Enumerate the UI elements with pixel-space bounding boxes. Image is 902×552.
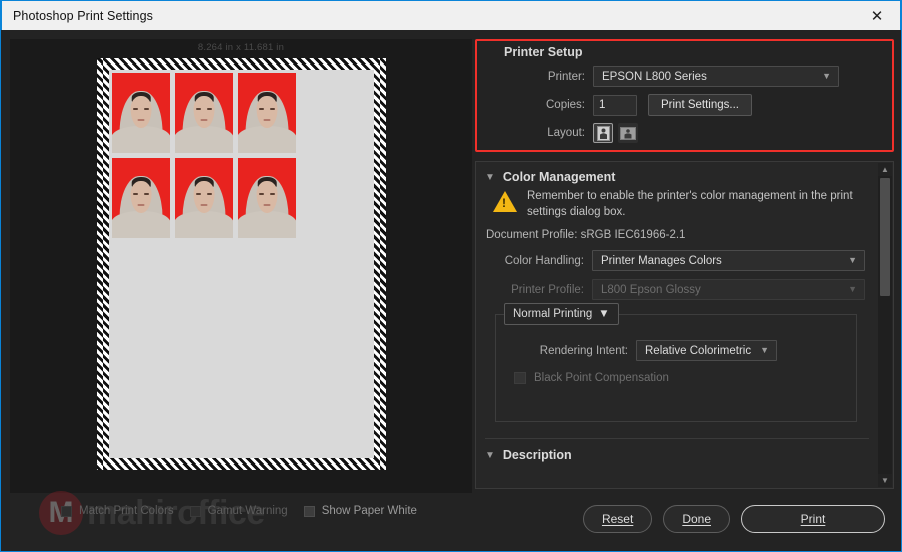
paper-inner	[109, 70, 374, 458]
print-settings-button[interactable]: Print Settings...	[648, 94, 752, 116]
chevron-down-icon: ▼	[848, 254, 857, 265]
photo-thumbnail	[175, 158, 233, 238]
match-print-colors-option[interactable]: Match Print Colors	[61, 505, 174, 517]
color-handling-select[interactable]: Printer Manages Colors ▼	[592, 250, 865, 272]
rendering-intent-row: Rendering Intent: Relative Colorimetric …	[496, 340, 856, 362]
black-point-compensation-label: Black Point Compensation	[534, 372, 669, 385]
match-print-colors-checkbox[interactable]	[61, 505, 72, 517]
chevron-down-icon: ▼	[760, 344, 769, 355]
dialog-body: 8.264 in x 11.681 in Printer Setup Print…	[1, 30, 901, 551]
print-button-label: Print	[800, 512, 826, 526]
match-print-colors-label: Match Print Colors	[79, 505, 174, 517]
layout-icon-group	[593, 123, 638, 143]
document-profile-text: Document Profile: sRGB IEC61966-2.1	[486, 229, 686, 242]
layout-landscape-icon[interactable]	[618, 123, 638, 143]
preview-dimensions-label: 8.264 in x 11.681 in	[197, 42, 285, 53]
printer-select[interactable]: EPSON L800 Series ▼	[593, 66, 839, 87]
description-header[interactable]: ▼ Description	[485, 448, 869, 462]
layout-label: Layout:	[547, 127, 585, 139]
chevron-down-icon: ▼	[822, 70, 831, 81]
color-management-header[interactable]: ▼ Color Management	[485, 170, 869, 184]
print-mode-value: Normal Printing	[513, 308, 593, 321]
rendering-intent-value: Relative Colorimetric	[645, 344, 752, 357]
photo-thumbnail	[238, 158, 296, 238]
copies-row: Copies: Print Settings...	[485, 94, 884, 116]
photo-thumbnail	[175, 73, 233, 153]
print-mode-select[interactable]: Normal Printing ▼	[504, 303, 619, 326]
photo-thumbnail	[112, 158, 170, 238]
footer-buttons: Reset Done Print	[582, 505, 885, 533]
layout-portrait-icon[interactable]	[593, 123, 613, 143]
reset-button-label: Reset	[601, 512, 634, 526]
done-button[interactable]: Done	[663, 505, 730, 533]
color-handling-row: Color Handling: Printer Manages Colors ▼	[485, 250, 869, 272]
copies-label: Copies:	[546, 99, 585, 111]
black-point-compensation-row: Black Point Compensation	[514, 372, 856, 385]
show-paper-white-label: Show Paper White	[321, 505, 417, 517]
print-preview-pane[interactable]: 8.264 in x 11.681 in	[10, 39, 472, 494]
scrollbar-track[interactable]	[878, 176, 892, 474]
reset-button[interactable]: Reset	[582, 505, 653, 533]
rendering-intent-select[interactable]: Relative Colorimetric ▼	[636, 340, 777, 362]
color-handling-label: Color Handling:	[504, 254, 584, 267]
paper-sheet	[97, 58, 386, 470]
color-management-panel: ▼ Color Management Remember to enable th…	[475, 161, 894, 489]
copies-input[interactable]	[593, 94, 637, 116]
chevron-up-icon[interactable]: ▲	[878, 163, 892, 176]
print-button[interactable]: Print	[741, 505, 885, 533]
color-handling-value: Printer Manages Colors	[601, 254, 722, 267]
photo-grid	[112, 73, 296, 238]
printer-label: Printer:	[547, 70, 585, 83]
layout-row: Layout:	[485, 123, 884, 143]
scrollbar-thumb[interactable]	[880, 178, 890, 296]
printer-setup-title: Printer Setup	[504, 45, 583, 59]
black-point-compensation-checkbox	[514, 372, 526, 385]
close-icon[interactable]: ✕	[854, 1, 900, 30]
rendering-intent-label: Rendering Intent:	[539, 344, 628, 357]
show-paper-white-checkbox[interactable]	[303, 505, 315, 517]
title-bar: Photoshop Print Settings ✕	[1, 0, 901, 30]
chevron-down-icon: ▼	[848, 283, 857, 294]
settings-scrollbar[interactable]: ▲ ▼	[878, 163, 892, 487]
printer-setup-group: Printer Setup Printer: EPSON L800 Series…	[475, 39, 894, 152]
footer-options: Match Print Colors Gamut Warning Show Pa…	[61, 505, 417, 517]
print-mode-subpanel: Normal Printing ▼ Rendering Intent: Rela…	[495, 303, 857, 423]
chevron-down-icon[interactable]: ▼	[878, 474, 892, 487]
print-settings-window: Photoshop Print Settings ✕ 8.264 in x 11…	[0, 0, 902, 552]
done-button-label: Done	[682, 512, 711, 526]
gamut-warning-checkbox[interactable]	[189, 505, 201, 517]
printer-profile-select: L800 Epson Glossy ▼	[592, 279, 865, 301]
settings-pane: Printer Setup Printer: EPSON L800 Series…	[475, 39, 894, 493]
gamut-warning-label: Gamut Warning	[207, 505, 288, 517]
description-title: Description	[502, 448, 572, 463]
printer-profile-row: Printer Profile: L800 Epson Glossy ▼	[485, 279, 869, 301]
window-title: Photoshop Print Settings	[13, 8, 153, 23]
printer-row: Printer: EPSON L800 Series ▼	[485, 66, 884, 87]
printer-profile-label: Printer Profile:	[511, 283, 584, 296]
photo-thumbnail	[238, 73, 296, 153]
chevron-down-icon: ▼	[598, 308, 610, 321]
gamut-warning-option[interactable]: Gamut Warning	[189, 505, 288, 517]
color-management-content: ▼ Color Management Remember to enable th…	[476, 162, 878, 488]
color-management-warning: Remember to enable the printer's color m…	[493, 189, 869, 220]
chevron-down-icon: ▼	[485, 449, 495, 461]
printer-select-value: EPSON L800 Series	[602, 70, 707, 83]
chevron-down-icon: ▼	[485, 171, 495, 183]
photo-thumbnail	[112, 73, 170, 153]
printer-profile-value: L800 Epson Glossy	[601, 283, 701, 296]
dialog-footer: M mahiroffice Match Print Colors Gamut W…	[1, 491, 901, 551]
color-management-title: Color Management	[502, 170, 616, 184]
warning-triangle-icon	[493, 191, 517, 212]
warning-text: Remember to enable the printer's color m…	[527, 190, 853, 218]
show-paper-white-option[interactable]: Show Paper White	[303, 505, 417, 517]
description-section: ▼ Description	[485, 438, 869, 462]
